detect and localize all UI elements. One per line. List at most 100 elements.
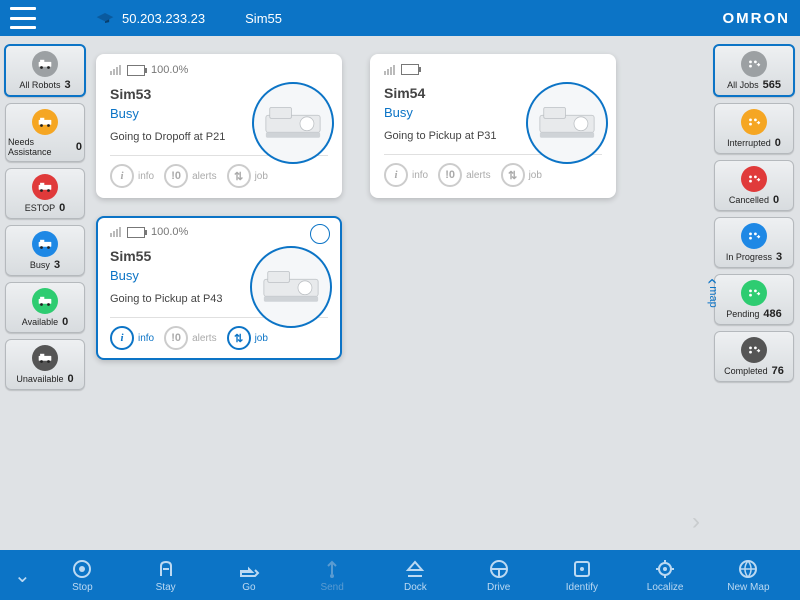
robot-image xyxy=(252,82,334,164)
sidebar-item-label: Cancelled xyxy=(729,195,769,205)
sidebar-item-label: ESTOP xyxy=(25,203,55,213)
chevron-down-icon[interactable]: ⌄ xyxy=(14,563,31,588)
needs-assistance-icon xyxy=(32,109,58,135)
menu-button[interactable] xyxy=(10,7,36,29)
job-button[interactable]: ⇅job xyxy=(227,164,268,188)
dock-button[interactable]: Dock xyxy=(378,558,453,593)
sidebar-item-count: 0 xyxy=(67,373,73,385)
chevron-left-icon: ‹ xyxy=(704,278,722,284)
card-actions: iinfo !0alerts ⇅job xyxy=(110,164,328,188)
sidebar-item-label: Unavailable xyxy=(16,374,63,384)
card-header xyxy=(384,64,602,75)
sidebar-item-all-robots[interactable]: All Robots 3 xyxy=(4,44,86,97)
toolbar-label: Drive xyxy=(487,582,510,593)
toolbar-label: Stay xyxy=(156,582,176,593)
sidebar-item-count: 3 xyxy=(776,251,782,263)
sidebar-item-label: Busy xyxy=(30,260,50,270)
map-drawer-handle[interactable]: ‹ map xyxy=(704,278,722,307)
sidebar-item-all-jobs[interactable]: All Jobs 565 xyxy=(713,44,795,97)
robot-image xyxy=(250,246,332,328)
alerts-button[interactable]: !0alerts xyxy=(438,163,490,187)
cancelled-icon xyxy=(741,166,767,192)
drive-button[interactable]: Drive xyxy=(461,558,536,593)
toolbar-label: New Map xyxy=(727,582,769,593)
estop-icon xyxy=(32,174,58,200)
card-actions: iinfo !0alerts ⇅job xyxy=(110,326,328,350)
sidebar-item-available[interactable]: Available 0 xyxy=(5,282,85,333)
identify-icon xyxy=(571,558,593,580)
identify-button[interactable]: Identify xyxy=(544,558,619,593)
sidebar-item-label: All Jobs xyxy=(727,80,759,90)
sidebar-item-count: 3 xyxy=(64,79,70,91)
dock-icon xyxy=(404,558,426,580)
all-robots-icon xyxy=(32,51,58,77)
hat-icon xyxy=(96,13,114,23)
robot-card-sim53[interactable]: 100.0%Sim53BusyGoing to Dropoff at P21ii… xyxy=(96,54,342,198)
completed-icon xyxy=(741,337,767,363)
sidebar-item-pending[interactable]: Pending 486 xyxy=(714,274,794,325)
sidebar-item-interrupted[interactable]: Interrupted 0 xyxy=(714,103,794,154)
alerts-button[interactable]: !0alerts xyxy=(164,164,216,188)
left-sidebar: All Robots 3 Needs Assistance 0 ESTOP 0 Bus… xyxy=(0,36,90,550)
signal-icon xyxy=(384,65,395,75)
localize-icon xyxy=(654,558,676,580)
interrupted-icon xyxy=(741,109,767,135)
toolbar-label: Identify xyxy=(566,582,598,593)
send-icon xyxy=(321,558,343,580)
sidebar-item-needs-assistance[interactable]: Needs Assistance 0 xyxy=(5,103,85,162)
send-button[interactable]: Send xyxy=(295,558,370,593)
toolbar-label: Send xyxy=(320,582,343,593)
signal-icon xyxy=(110,65,121,75)
sidebar-item-unavailable[interactable]: Unavailable 0 xyxy=(5,339,85,390)
sidebar-item-count: 486 xyxy=(763,308,781,320)
battery-level: 100.0% xyxy=(151,64,188,76)
sidebar-item-count: 0 xyxy=(775,137,781,149)
robot-card-sim54[interactable]: Sim54BusyGoing to Pickup at P31iinfo!0al… xyxy=(370,54,616,198)
top-bar: 50.203.233.23 Sim55 OMRON xyxy=(0,0,800,36)
stop-button[interactable]: Stop xyxy=(45,558,120,593)
all-jobs-icon xyxy=(741,51,767,77)
robot-card-sim55[interactable]: 100.0%Sim55BusyGoing to Pickup at P43iin… xyxy=(96,216,342,360)
battery-level: 100.0% xyxy=(151,226,188,238)
sidebar-item-in-progress[interactable]: In Progress 3 xyxy=(714,217,794,268)
stay-button[interactable]: Stay xyxy=(128,558,203,593)
sidebar-item-busy[interactable]: Busy 3 xyxy=(5,225,85,276)
sidebar-item-estop[interactable]: ESTOP 0 xyxy=(5,168,85,219)
bottom-toolbar: ⌄ Stop Stay Go Send Dock Drive Identify Localiz… xyxy=(0,550,800,600)
page-title: Sim55 xyxy=(245,11,282,26)
card-header: 100.0% xyxy=(110,226,328,238)
info-button[interactable]: iinfo xyxy=(384,163,428,187)
sidebar-item-count: 0 xyxy=(773,194,779,206)
unavailable-icon xyxy=(32,345,58,371)
chevron-right-icon[interactable]: › xyxy=(692,508,700,536)
ip-address: 50.203.233.23 xyxy=(122,11,205,26)
sidebar-item-count: 0 xyxy=(76,141,82,153)
stop-icon xyxy=(71,558,93,580)
sidebar-item-completed[interactable]: Completed 76 xyxy=(714,331,794,382)
in-progress-icon xyxy=(741,223,767,249)
new-map-button[interactable]: New Map xyxy=(711,558,786,593)
job-button[interactable]: ⇅job xyxy=(227,326,268,350)
toolbar-label: Localize xyxy=(647,582,684,593)
stay-icon xyxy=(155,558,177,580)
sidebar-item-count: 0 xyxy=(62,316,68,328)
battery-icon xyxy=(127,227,145,238)
new-map-icon xyxy=(737,558,759,580)
map-label: map xyxy=(707,286,719,307)
card-header: 100.0% xyxy=(110,64,328,76)
info-button[interactable]: iinfo xyxy=(110,326,154,350)
go-button[interactable]: Go xyxy=(211,558,286,593)
sidebar-item-label: Pending xyxy=(726,309,759,319)
sidebar-item-label: In Progress xyxy=(726,252,772,262)
battery-icon xyxy=(127,65,145,76)
alerts-button[interactable]: !0alerts xyxy=(164,326,216,350)
sidebar-item-label: Needs Assistance xyxy=(8,137,72,157)
card-actions: iinfo !0alerts ⇅job xyxy=(384,163,602,187)
localize-button[interactable]: Localize xyxy=(628,558,703,593)
sidebar-item-cancelled[interactable]: Cancelled 0 xyxy=(714,160,794,211)
info-button[interactable]: iinfo xyxy=(110,164,154,188)
toolbar-label: Go xyxy=(242,582,255,593)
job-button[interactable]: ⇅job xyxy=(501,163,542,187)
toolbar-label: Stop xyxy=(72,582,93,593)
brand-logo: OMRON xyxy=(723,10,791,27)
